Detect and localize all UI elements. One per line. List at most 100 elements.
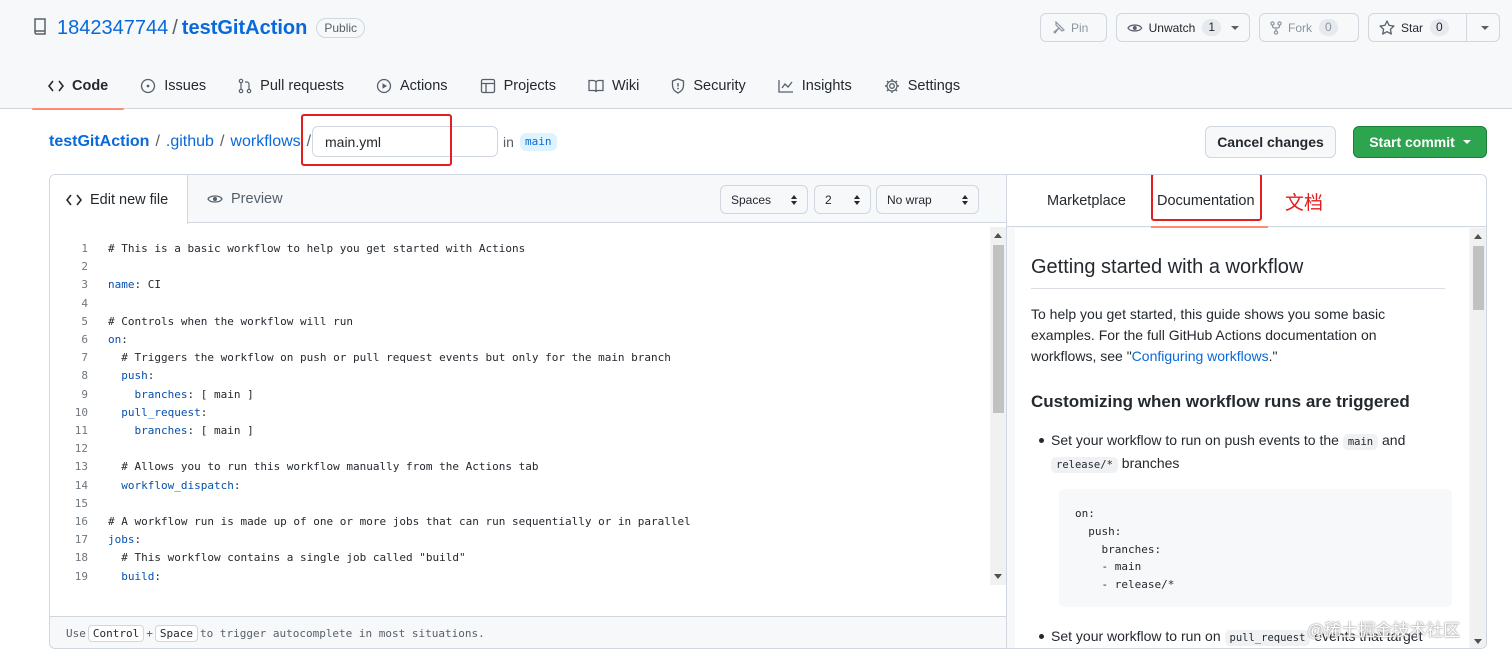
tab-label: Security xyxy=(693,77,746,94)
editor-scrollbar-thumb[interactable] xyxy=(993,245,1004,413)
scroll-down-icon[interactable] xyxy=(1474,639,1482,644)
code-line[interactable]: 16 # A workflow run is made up of one or … xyxy=(50,513,990,531)
book-icon xyxy=(588,79,604,92)
cancel-changes-button[interactable]: Cancel changes xyxy=(1205,126,1336,158)
yaml-key: jobs xyxy=(108,533,135,547)
scroll-up-icon[interactable] xyxy=(1474,234,1482,239)
line-content: jobs: xyxy=(108,531,141,549)
line-number: 14 xyxy=(74,478,88,492)
watch-button[interactable]: Unwatch 1 xyxy=(1116,13,1250,42)
line-content: # Allows you to run this workflow manual… xyxy=(108,458,538,476)
docs-intro: To help you get started, this guide show… xyxy=(1031,304,1445,367)
tab-label: Issues xyxy=(164,77,207,94)
star-icon xyxy=(1379,20,1395,35)
code-line[interactable]: 19 build: xyxy=(50,568,990,586)
tab-marketplace[interactable]: Marketplace xyxy=(1047,175,1126,227)
pin-button[interactable]: Pin xyxy=(1040,13,1107,42)
tab-label: Preview xyxy=(231,191,283,207)
line-number: 18 xyxy=(74,551,88,565)
tab-edit-new-file[interactable]: Edit new file xyxy=(50,175,188,224)
wrap-mode-value: No wrap xyxy=(887,192,932,207)
breadcrumb-workflows-link[interactable]: workflows xyxy=(230,133,300,151)
annotation-label: 文档 xyxy=(1285,193,1324,214)
file-editor: Edit new file Preview Spaces 2 No wrap 1… xyxy=(49,174,1007,649)
tab-actions[interactable]: Actions xyxy=(360,62,464,109)
code-line[interactable]: 6 on: xyxy=(50,331,990,349)
breadcrumb-github-link[interactable]: .github xyxy=(166,133,214,151)
repo-name-link[interactable]: testGitAction xyxy=(182,16,308,40)
scroll-up-icon[interactable] xyxy=(994,233,1002,238)
code-line[interactable]: 5 # Controls when the workflow will run xyxy=(50,313,990,331)
docs-scrollbar-thumb[interactable] xyxy=(1473,246,1484,310)
code-line[interactable]: 12 xyxy=(50,440,990,458)
docs-scrollbar[interactable] xyxy=(1470,228,1486,648)
line-number: 17 xyxy=(74,533,88,547)
line-number: 3 xyxy=(81,278,88,292)
filename-input[interactable] xyxy=(312,126,498,157)
scroll-down-icon[interactable] xyxy=(994,574,1002,579)
code-line[interactable]: 14 workflow_dispatch: xyxy=(50,477,990,495)
configuring-workflows-link[interactable]: Configuring workflows xyxy=(1132,348,1269,364)
tab-wiki[interactable]: Wiki xyxy=(572,62,655,109)
fork-button[interactable]: Fork 0 xyxy=(1259,13,1359,42)
code-line[interactable]: 11 branches: [ main ] xyxy=(50,422,990,440)
repo-owner-link[interactable]: 1842347744 xyxy=(57,16,168,40)
line-number: 12 xyxy=(74,442,88,456)
yaml-key: on xyxy=(108,333,122,346)
tab-settings[interactable]: Settings xyxy=(868,62,976,109)
breadcrumb-repo-link[interactable]: testGitAction xyxy=(49,133,149,151)
select-arrows-icon xyxy=(962,194,968,205)
code-line[interactable]: 9 branches: [ main ] xyxy=(50,386,990,404)
tab-code[interactable]: Code xyxy=(32,62,125,110)
code-line[interactable]: 2 xyxy=(50,258,990,276)
tab-preview[interactable]: Preview xyxy=(191,175,299,223)
wrap-mode-select[interactable]: No wrap xyxy=(876,185,979,214)
code-line[interactable]: 10 pull_request: xyxy=(50,404,990,422)
code-line[interactable]: 18 # This workflow contains a single job… xyxy=(50,549,990,567)
code-line[interactable]: 8 push: xyxy=(50,367,990,385)
bullet1-text-a: Set your workflow to run on push events … xyxy=(1051,432,1339,448)
tab-label: Wiki xyxy=(611,77,640,94)
tab-documentation[interactable]: Documentation xyxy=(1151,175,1268,228)
tab-label: Edit new file xyxy=(90,191,169,208)
code-line[interactable]: 13 # Allows you to run this workflow man… xyxy=(50,458,990,476)
code-area[interactable]: 1 # This is a basic workflow to help you … xyxy=(50,224,990,616)
code-line[interactable]: 17 jobs: xyxy=(50,531,990,549)
tab-security[interactable]: Security xyxy=(655,62,761,109)
tab-label: Documentation xyxy=(1157,193,1255,209)
yaml-key: branches xyxy=(134,387,188,401)
indent-size-select[interactable]: 2 xyxy=(814,185,871,214)
breadcrumb: testGitAction / .github / workflows / xyxy=(49,130,317,154)
breadcrumb-separator: / xyxy=(306,133,312,150)
star-dropdown-icon[interactable] xyxy=(1481,26,1489,30)
docs-intro-end: ." xyxy=(1268,348,1278,364)
footer-text: to trigger autocomplete in most situatio… xyxy=(199,627,485,640)
line-text: # This is a basic workflow to help you g… xyxy=(108,242,526,255)
fork-label: Fork xyxy=(1288,20,1312,35)
docs-panel: Marketplace Documentation 文档 Getting sta… xyxy=(1007,174,1487,649)
indent-mode-select[interactable]: Spaces xyxy=(720,185,808,214)
editor-scrollbar[interactable] xyxy=(990,227,1006,585)
start-commit-button[interactable]: Start commit xyxy=(1353,126,1487,158)
tab-issues[interactable]: Issues xyxy=(124,62,222,109)
tab-projects[interactable]: Projects xyxy=(464,62,572,109)
pin-icon xyxy=(1053,20,1065,34)
yaml-key: push xyxy=(121,369,148,383)
line-number: 8 xyxy=(81,369,88,383)
yaml-key: name xyxy=(108,278,135,292)
code-line[interactable]: 4 xyxy=(50,295,990,313)
star-button[interactable]: Star 0 xyxy=(1368,13,1500,42)
branch-badge: main xyxy=(520,133,557,151)
tab-pull-requests[interactable]: Pull requests xyxy=(222,62,360,109)
pull-request-icon xyxy=(238,78,252,93)
code-line[interactable]: 7 # Triggers the workflow on push or pul… xyxy=(50,349,990,367)
code-line[interactable]: 3 name: CI xyxy=(50,276,990,294)
line-number: 10 xyxy=(74,405,88,419)
code-line[interactable]: 1 # This is a basic workflow to help you … xyxy=(50,240,990,258)
code-line[interactable]: 15 xyxy=(50,495,990,513)
pin-label: Pin xyxy=(1071,20,1089,35)
tab-insights[interactable]: Insights xyxy=(762,62,868,109)
